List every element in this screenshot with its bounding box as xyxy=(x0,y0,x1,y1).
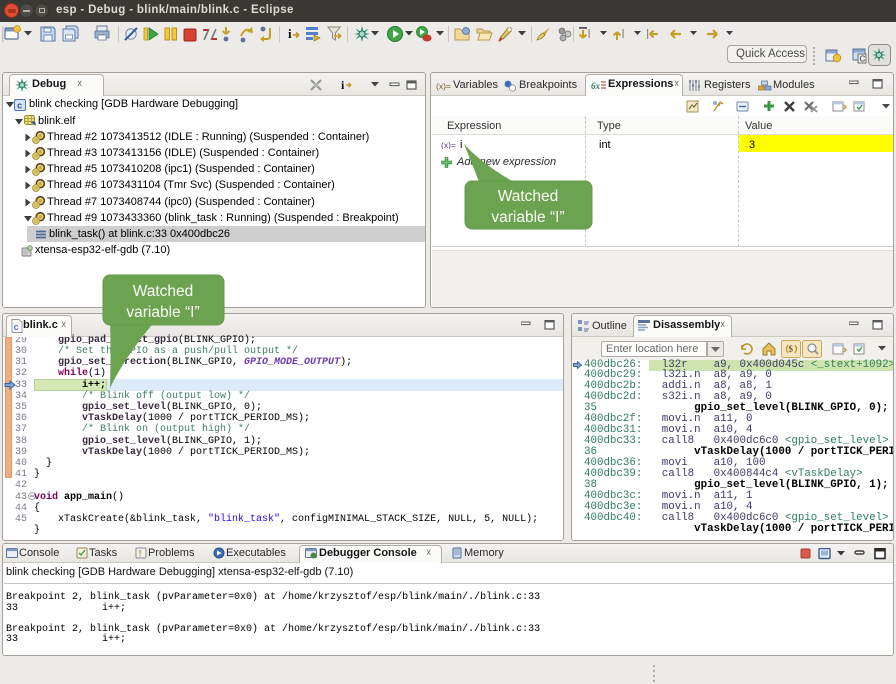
svg-text:variable “I”: variable “I” xyxy=(491,209,564,226)
svg-text:Watched: Watched xyxy=(498,188,559,205)
svg-text:c: c xyxy=(14,323,19,333)
svg-text:i: i xyxy=(288,26,292,41)
svg-text:!: ! xyxy=(139,549,142,559)
svg-text:(x)=: (x)= xyxy=(441,140,456,149)
svg-text:c: c xyxy=(17,101,22,111)
svg-text:variable “I”: variable “I” xyxy=(126,304,199,321)
svg-text:6x: 6x xyxy=(591,81,601,91)
svg-text:C: C xyxy=(860,55,866,64)
svg-text:Watched: Watched xyxy=(133,283,194,300)
svg-text:i: i xyxy=(341,78,345,92)
svg-text:(x)=: (x)= xyxy=(436,81,451,91)
svg-text:$: $ xyxy=(789,344,794,354)
